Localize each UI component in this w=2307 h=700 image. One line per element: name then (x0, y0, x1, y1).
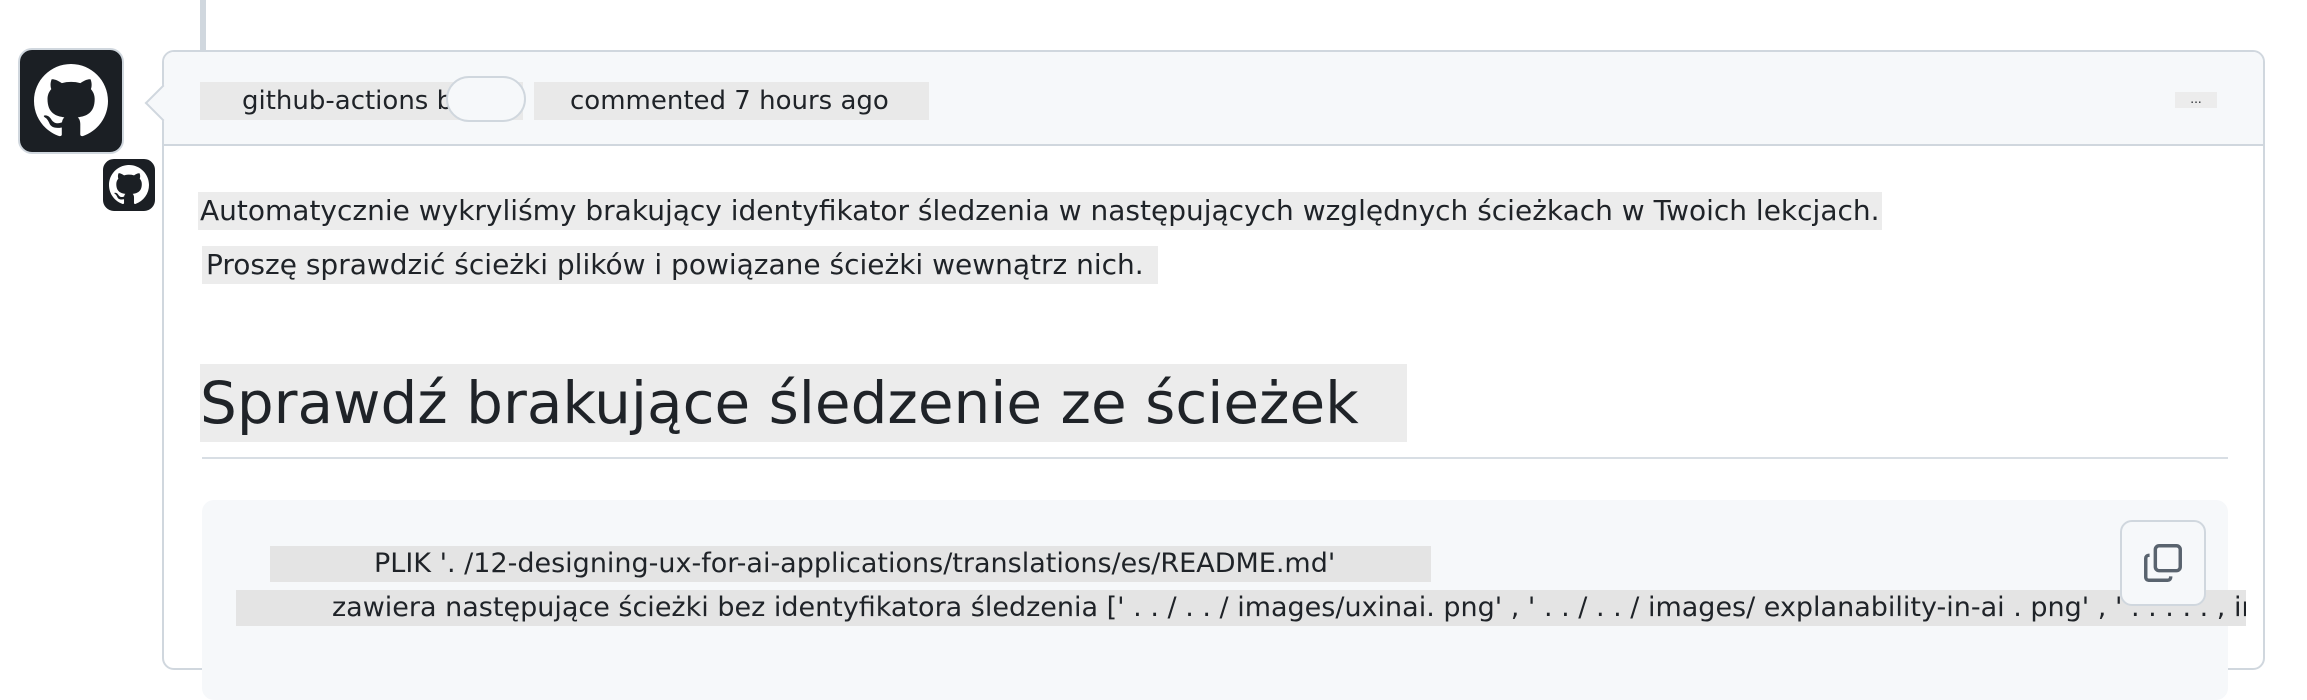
comment-box: github-actions bot commented 7 hours ago… (144, 50, 2265, 700)
copy-button[interactable] (2120, 520, 2206, 606)
more-options-button[interactable]: ... (2175, 92, 2217, 108)
comment-paragraph: Proszę sprawdzić ścieżki plików i powiąz… (202, 246, 1158, 284)
github-mark-icon (34, 64, 108, 137)
bot-badge (100, 156, 158, 214)
code-block: PLIK '. /12-designing-ux-for-ai-applicat… (202, 500, 2246, 700)
section-heading: Sprawdź brakujące śledzenie ze ścieżek (200, 364, 1407, 442)
code-line: zawiera następujące ścieżki bez identyfi… (236, 590, 2246, 626)
avatar[interactable] (18, 48, 158, 214)
copy-icon (2144, 544, 2182, 582)
comment-paragraph: Automatycznie wykryliśmy brakujący ident… (198, 192, 1882, 230)
code-line: PLIK '. /12-designing-ux-for-ai-applicat… (270, 546, 1432, 582)
comment-arrow (144, 84, 182, 122)
timeline-line (200, 0, 206, 50)
heading-divider (202, 457, 2228, 459)
github-mark-icon (109, 165, 149, 205)
comment-timestamp[interactable]: commented 7 hours ago (534, 82, 929, 120)
comment-header: github-actions bot commented 7 hours ago… (144, 52, 2263, 146)
bot-label (446, 76, 526, 122)
